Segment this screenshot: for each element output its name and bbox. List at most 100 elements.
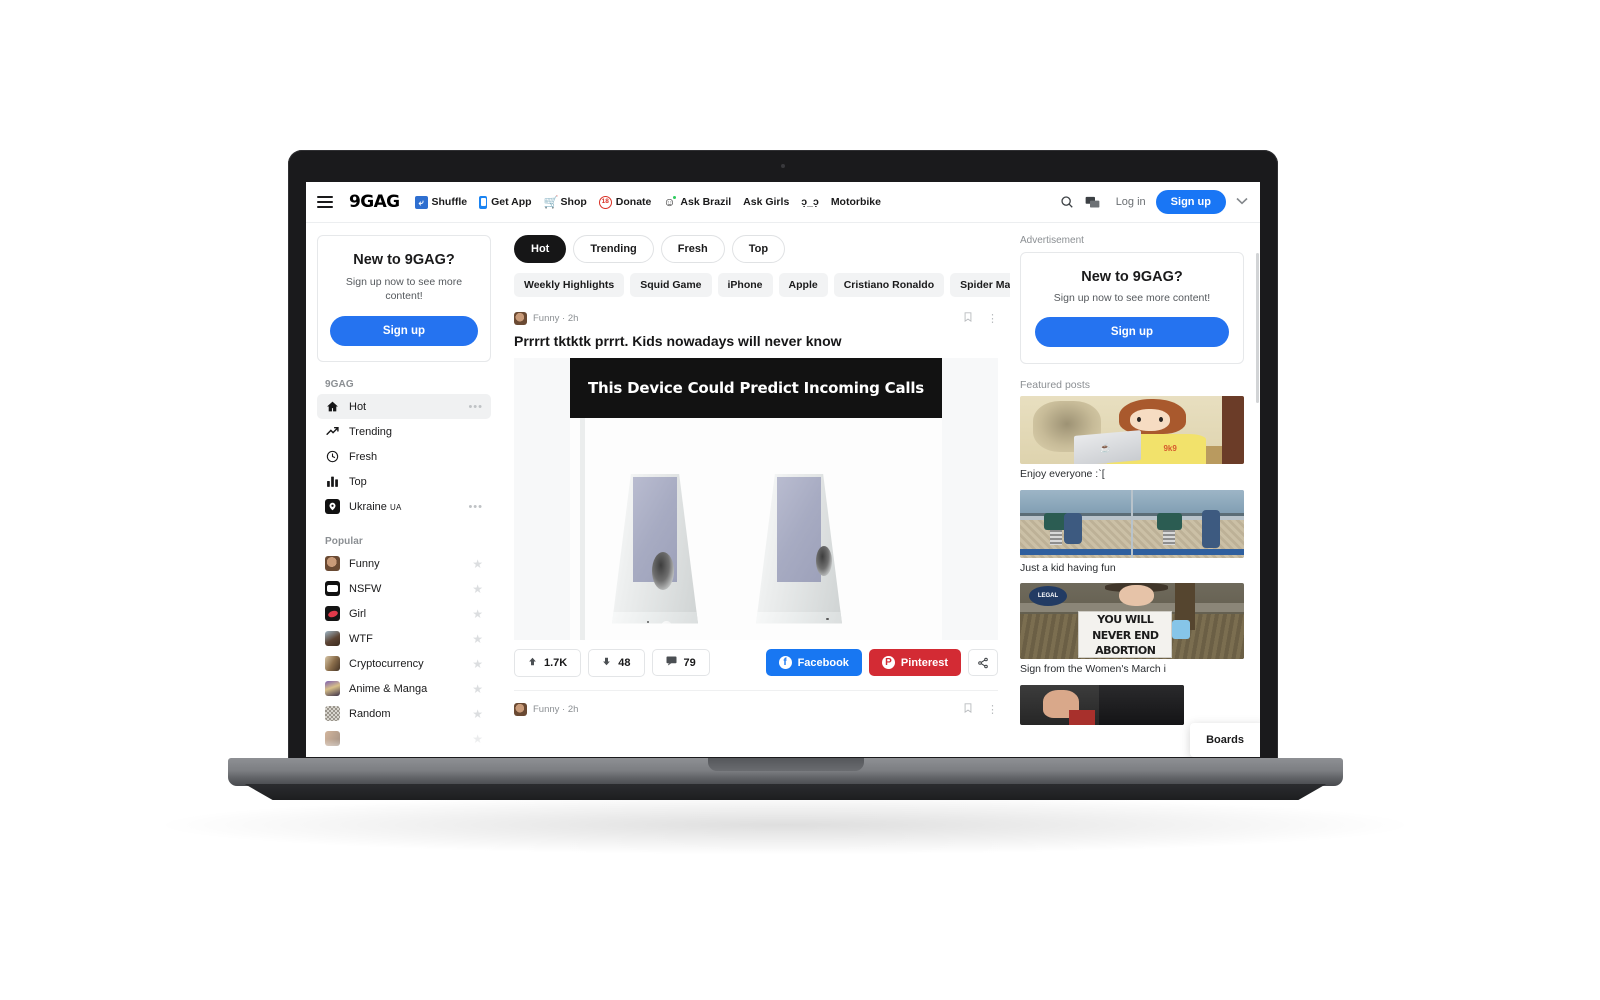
sidebar-item-nsfw[interactable]: NSFW ★: [317, 576, 491, 601]
main-feed: Hot Trending Fresh Top Weekly Highlights…: [502, 223, 1010, 757]
nav-link-donate-label: Donate: [615, 196, 652, 208]
nav-link-emoticon-label: ɔ̣_ɔ̣: [801, 196, 819, 208]
more-vertical-icon[interactable]: ⋮: [987, 703, 998, 716]
comment-icon: [666, 656, 677, 669]
speaker-left: [612, 473, 698, 624]
trending-up-icon: [325, 424, 340, 439]
nav-link-ask-girls-label: Ask Girls: [743, 196, 790, 208]
sidebar-item-ukraine-label: Ukraine UA: [349, 500, 402, 513]
hamburger-menu-icon[interactable]: [317, 196, 333, 208]
sidebar-item-anime-manga[interactable]: Anime & Manga ★: [317, 676, 491, 701]
downvote-button[interactable]: 48: [588, 648, 645, 677]
funny-thumbnail: [325, 556, 340, 572]
brand-logo[interactable]: 9GAG: [349, 192, 400, 212]
favorite-star-icon[interactable]: ★: [472, 707, 483, 721]
tab-hot[interactable]: Hot: [514, 235, 567, 263]
photo-left-strip: [580, 417, 585, 640]
featured-caption-1: Enjoy everyone :`[: [1020, 468, 1105, 480]
chevron-down-icon[interactable]: [1236, 196, 1248, 208]
chip-iphone[interactable]: iPhone: [717, 273, 773, 297]
home-icon: [325, 399, 340, 414]
scrollbar-thumb[interactable]: [1256, 253, 1259, 403]
nav-link-motorbike[interactable]: Motorbike: [831, 196, 881, 208]
cryptocurrency-thumbnail: [325, 656, 340, 672]
sidebar-item-cryptocurrency[interactable]: Cryptocurrency ★: [317, 651, 491, 676]
smiley-icon: ☺: [663, 194, 678, 209]
comment-button[interactable]: 79: [651, 649, 710, 676]
avatar: [514, 312, 527, 325]
upvote-button[interactable]: 1.7K: [514, 648, 582, 677]
arrow-down-icon: [602, 656, 611, 670]
post-action-row: 1.7K 48 79 f Facebook P Pinterest: [514, 648, 998, 677]
login-link[interactable]: Log in: [1116, 196, 1146, 208]
favorite-star-icon[interactable]: ★: [472, 607, 483, 621]
search-icon[interactable]: [1056, 191, 1078, 213]
featured-post-2[interactable]: Just a kid having fun: [1020, 489, 1244, 580]
chip-weekly-highlights[interactable]: Weekly Highlights: [514, 273, 625, 297]
share-pinterest-button[interactable]: P Pinterest: [868, 649, 961, 676]
post-title[interactable]: Prrrrt tktktk prrrt. Kids nowadays will …: [514, 333, 998, 351]
sidebar-ukraine-more-icon[interactable]: •••: [468, 501, 483, 513]
more-vertical-icon[interactable]: ⋮: [987, 312, 998, 325]
featured-thumbnail-anime: 9k9: [1020, 396, 1244, 464]
share-icon[interactable]: [968, 649, 998, 676]
share-facebook-button[interactable]: f Facebook: [765, 649, 862, 676]
nav-link-donate[interactable]: 18 Donate: [598, 195, 652, 209]
tab-top[interactable]: Top: [731, 235, 786, 263]
featured-post-1[interactable]: 9k9 Enjoy everyone :`[: [1020, 396, 1244, 486]
sidebar-item-funny[interactable]: Funny ★: [317, 551, 491, 576]
chip-cristiano-ronaldo[interactable]: Cristiano Ronaldo: [833, 273, 945, 297]
sidebar-item-fresh[interactable]: Fresh: [317, 444, 491, 469]
featured-caption-3: Sign from the Women's March i: [1020, 663, 1166, 676]
avatar: [514, 702, 527, 716]
post-meta-text: Funny · 2h: [533, 313, 579, 324]
sidebar-item-girl[interactable]: Girl ★: [317, 601, 491, 626]
signup-card-subtitle: Sign up now to see more content!: [345, 276, 463, 303]
chip-apple[interactable]: Apple: [778, 273, 828, 297]
favorite-star-icon[interactable]: ★: [472, 657, 483, 671]
tab-trending[interactable]: Trending: [573, 235, 654, 263]
browser-viewport: 9GAG ⤶ Shuffle Get App 🛒 Shop 18 Donate: [306, 182, 1260, 757]
location-pin-icon: [325, 499, 340, 515]
sidebar-item-hot[interactable]: Hot •••: [317, 394, 491, 420]
chat-bubble-icon[interactable]: [1082, 191, 1104, 213]
sidebar-item-random[interactable]: Random ★: [317, 701, 491, 726]
signup-button-header[interactable]: Sign up: [1155, 190, 1226, 214]
sidebar-item-ukraine[interactable]: Ukraine UA •••: [317, 494, 491, 519]
sidebar-hot-more-icon[interactable]: •••: [468, 401, 483, 413]
tab-fresh[interactable]: Fresh: [660, 235, 725, 263]
sidebar-item-top[interactable]: Top: [317, 469, 491, 494]
chip-spider-man[interactable]: Spider Man: [950, 273, 1010, 297]
bookmark-icon[interactable]: [963, 311, 973, 326]
post-card-next: Funny · 2h ⋮: [514, 700, 998, 721]
favorite-star-icon[interactable]: ★: [472, 682, 483, 696]
bookmark-icon[interactable]: [963, 702, 973, 717]
sidebar-item-wtf-label: WTF: [349, 632, 373, 645]
sidebar-item-wtf[interactable]: WTF ★: [317, 626, 491, 651]
favorite-star-icon[interactable]: ★: [472, 582, 483, 596]
signup-button-ad[interactable]: Sign up: [1035, 317, 1229, 347]
signup-button-sidebar[interactable]: Sign up: [330, 316, 478, 347]
sidebar-fade-overlay: [306, 739, 502, 757]
sidebar-item-girl-label: Girl: [349, 607, 367, 620]
facebook-icon: f: [778, 656, 792, 669]
sidebar-item-trending[interactable]: Trending: [317, 419, 491, 444]
laptop-mockup: 9GAG ⤶ Shuffle Get App 🛒 Shop 18 Donate: [228, 150, 1343, 800]
nav-link-shop[interactable]: 🛒 Shop: [544, 195, 587, 209]
sidebar-item-nsfw-label: NSFW: [349, 582, 382, 595]
nav-link-ask-brazil[interactable]: ☺ Ask Brazil: [663, 194, 731, 209]
nav-link-ask-girls[interactable]: Ask Girls: [743, 196, 789, 208]
page-scrollbar[interactable]: [1255, 223, 1260, 757]
favorite-star-icon[interactable]: ★: [472, 557, 483, 571]
featured-post-3[interactable]: LEGAL YOU WILL NEVER END ABORTION Sign f…: [1020, 583, 1244, 681]
favorite-star-icon[interactable]: ★: [472, 632, 483, 646]
random-thumbnail: [325, 706, 340, 722]
post-media[interactable]: This Device Could Predict Incoming Calls: [514, 357, 998, 640]
chip-squid-game[interactable]: Squid Game: [630, 273, 712, 297]
signup-card-title: New to 9GAG?: [353, 252, 455, 268]
featured-post-4[interactable]: [1020, 684, 1244, 725]
boards-tooltip[interactable]: Boards: [1190, 723, 1260, 757]
nav-link-get-app[interactable]: Get App: [479, 195, 532, 209]
nav-link-emoticon[interactable]: ɔ̣_ɔ̣: [801, 196, 819, 208]
nav-link-shuffle[interactable]: ⤶ Shuffle: [414, 195, 467, 209]
